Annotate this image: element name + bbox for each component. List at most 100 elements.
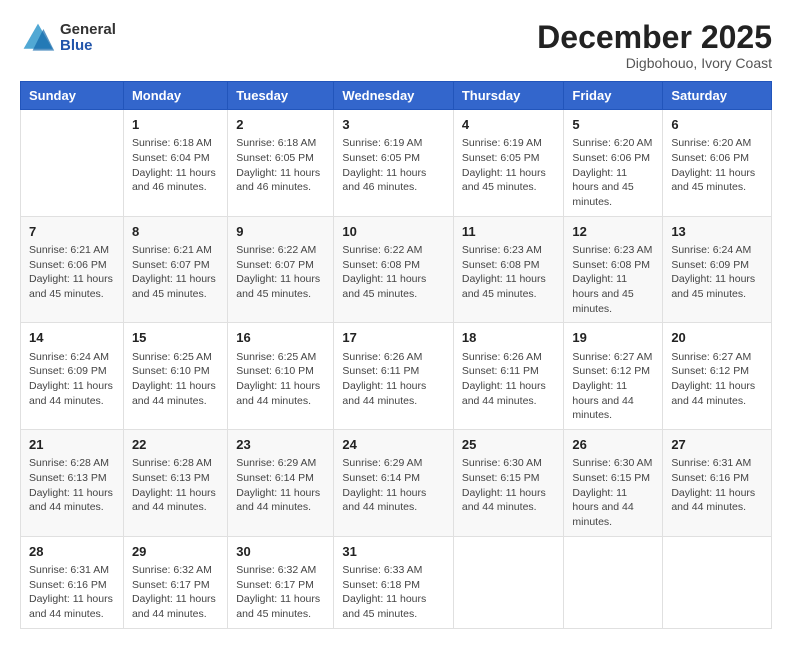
day-detail: Sunrise: 6:29 AM Sunset: 6:14 PM Dayligh… bbox=[342, 456, 444, 515]
day-number: 9 bbox=[236, 223, 325, 241]
day-detail: Sunrise: 6:18 AM Sunset: 6:04 PM Dayligh… bbox=[132, 136, 219, 195]
day-number: 20 bbox=[671, 329, 763, 347]
calendar-cell: 26 Sunrise: 6:30 AM Sunset: 6:15 PM Dayli… bbox=[564, 430, 663, 537]
calendar-cell: 1 Sunrise: 6:18 AM Sunset: 6:04 PM Daylig… bbox=[123, 110, 227, 217]
calendar-cell bbox=[21, 110, 124, 217]
day-number: 21 bbox=[29, 436, 115, 454]
day-number: 12 bbox=[572, 223, 654, 241]
calendar-cell: 13 Sunrise: 6:24 AM Sunset: 6:09 PM Dayli… bbox=[663, 216, 772, 323]
day-detail: Sunrise: 6:20 AM Sunset: 6:06 PM Dayligh… bbox=[572, 136, 654, 209]
calendar-cell: 29 Sunrise: 6:32 AM Sunset: 6:17 PM Dayli… bbox=[123, 536, 227, 628]
calendar-cell: 15 Sunrise: 6:25 AM Sunset: 6:10 PM Dayli… bbox=[123, 323, 227, 430]
day-detail: Sunrise: 6:29 AM Sunset: 6:14 PM Dayligh… bbox=[236, 456, 325, 515]
day-number: 3 bbox=[342, 116, 444, 134]
calendar-cell: 4Sunrise: 6:19 AM Sunset: 6:05 PM Daylig… bbox=[453, 110, 564, 217]
day-detail: Sunrise: 6:22 AM Sunset: 6:07 PM Dayligh… bbox=[236, 243, 325, 302]
day-detail: Sunrise: 6:31 AM Sunset: 6:16 PM Dayligh… bbox=[671, 456, 763, 515]
calendar-cell: 24 Sunrise: 6:29 AM Sunset: 6:14 PM Dayli… bbox=[334, 430, 453, 537]
logo-text: General Blue bbox=[60, 22, 116, 55]
header-thursday: Thursday bbox=[453, 82, 564, 110]
day-number: 1 bbox=[132, 116, 219, 134]
calendar-cell: 12 Sunrise: 6:23 AM Sunset: 6:08 PM Dayli… bbox=[564, 216, 663, 323]
day-number: 8 bbox=[132, 223, 219, 241]
calendar-cell: 9 Sunrise: 6:22 AM Sunset: 6:07 PM Daylig… bbox=[228, 216, 334, 323]
day-number: 29 bbox=[132, 543, 219, 561]
day-number: 26 bbox=[572, 436, 654, 454]
calendar-cell: 28Sunrise: 6:31 AM Sunset: 6:16 PM Dayli… bbox=[21, 536, 124, 628]
day-number: 18 bbox=[462, 329, 556, 347]
calendar-cell: 22 Sunrise: 6:28 AM Sunset: 6:13 PM Dayli… bbox=[123, 430, 227, 537]
calendar-cell: 14Sunrise: 6:24 AM Sunset: 6:09 PM Dayli… bbox=[21, 323, 124, 430]
day-number: 22 bbox=[132, 436, 219, 454]
calendar-cell: 2 Sunrise: 6:18 AM Sunset: 6:05 PM Daylig… bbox=[228, 110, 334, 217]
calendar-cell: 5 Sunrise: 6:20 AM Sunset: 6:06 PM Daylig… bbox=[564, 110, 663, 217]
calendar-cell: 20 Sunrise: 6:27 AM Sunset: 6:12 PM Dayli… bbox=[663, 323, 772, 430]
calendar-week-row: 7Sunrise: 6:21 AM Sunset: 6:06 PM Daylig… bbox=[21, 216, 772, 323]
day-detail: Sunrise: 6:22 AM Sunset: 6:08 PM Dayligh… bbox=[342, 243, 444, 302]
day-number: 23 bbox=[236, 436, 325, 454]
calendar-table: SundayMondayTuesdayWednesdayThursdayFrid… bbox=[20, 81, 772, 628]
header-saturday: Saturday bbox=[663, 82, 772, 110]
day-number: 16 bbox=[236, 329, 325, 347]
calendar-week-row: 21 Sunrise: 6:28 AM Sunset: 6:13 PM Dayli… bbox=[21, 430, 772, 537]
calendar-title: December 2025 bbox=[537, 20, 772, 55]
day-detail: Sunrise: 6:26 AM Sunset: 6:11 PM Dayligh… bbox=[342, 350, 444, 409]
day-number: 24 bbox=[342, 436, 444, 454]
calendar-subtitle: Digbohouo, Ivory Coast bbox=[537, 55, 772, 71]
day-number: 30 bbox=[236, 543, 325, 561]
calendar-cell: 25Sunrise: 6:30 AM Sunset: 6:15 PM Dayli… bbox=[453, 430, 564, 537]
day-number: 27 bbox=[671, 436, 763, 454]
calendar-cell: 11Sunrise: 6:23 AM Sunset: 6:08 PM Dayli… bbox=[453, 216, 564, 323]
day-number: 31 bbox=[342, 543, 444, 561]
day-number: 15 bbox=[132, 329, 219, 347]
header-wednesday: Wednesday bbox=[334, 82, 453, 110]
day-detail: Sunrise: 6:30 AM Sunset: 6:15 PM Dayligh… bbox=[572, 456, 654, 529]
day-detail: Sunrise: 6:32 AM Sunset: 6:17 PM Dayligh… bbox=[132, 563, 219, 622]
day-detail: Sunrise: 6:19 AM Sunset: 6:05 PM Dayligh… bbox=[342, 136, 444, 195]
header-monday: Monday bbox=[123, 82, 227, 110]
day-number: 10 bbox=[342, 223, 444, 241]
day-detail: Sunrise: 6:32 AM Sunset: 6:17 PM Dayligh… bbox=[236, 563, 325, 622]
day-detail: Sunrise: 6:23 AM Sunset: 6:08 PM Dayligh… bbox=[572, 243, 654, 316]
calendar-week-row: 28Sunrise: 6:31 AM Sunset: 6:16 PM Dayli… bbox=[21, 536, 772, 628]
header-friday: Friday bbox=[564, 82, 663, 110]
header-sunday: Sunday bbox=[21, 82, 124, 110]
header-tuesday: Tuesday bbox=[228, 82, 334, 110]
day-detail: Sunrise: 6:21 AM Sunset: 6:06 PM Dayligh… bbox=[29, 243, 115, 302]
logo-general-text: General bbox=[60, 22, 116, 39]
day-number: 6 bbox=[671, 116, 763, 134]
logo-icon bbox=[20, 20, 56, 56]
day-detail: Sunrise: 6:21 AM Sunset: 6:07 PM Dayligh… bbox=[132, 243, 219, 302]
day-detail: Sunrise: 6:26 AM Sunset: 6:11 PM Dayligh… bbox=[462, 350, 556, 409]
calendar-cell: 21 Sunrise: 6:28 AM Sunset: 6:13 PM Dayli… bbox=[21, 430, 124, 537]
day-number: 13 bbox=[671, 223, 763, 241]
calendar-cell bbox=[564, 536, 663, 628]
day-number: 14 bbox=[29, 329, 115, 347]
day-number: 5 bbox=[572, 116, 654, 134]
calendar-cell: 16Sunrise: 6:25 AM Sunset: 6:10 PM Dayli… bbox=[228, 323, 334, 430]
day-number: 2 bbox=[236, 116, 325, 134]
day-detail: Sunrise: 6:28 AM Sunset: 6:13 PM Dayligh… bbox=[132, 456, 219, 515]
calendar-cell: 27 Sunrise: 6:31 AM Sunset: 6:16 PM Dayli… bbox=[663, 430, 772, 537]
day-detail: Sunrise: 6:27 AM Sunset: 6:12 PM Dayligh… bbox=[671, 350, 763, 409]
page-header: General Blue December 2025 Digbohouo, Iv… bbox=[20, 20, 772, 71]
calendar-week-row: 14Sunrise: 6:24 AM Sunset: 6:09 PM Dayli… bbox=[21, 323, 772, 430]
day-detail: Sunrise: 6:33 AM Sunset: 6:18 PM Dayligh… bbox=[342, 563, 444, 622]
calendar-cell bbox=[663, 536, 772, 628]
calendar-cell: 8 Sunrise: 6:21 AM Sunset: 6:07 PM Daylig… bbox=[123, 216, 227, 323]
calendar-week-row: 1 Sunrise: 6:18 AM Sunset: 6:04 PM Daylig… bbox=[21, 110, 772, 217]
calendar-cell: 31 Sunrise: 6:33 AM Sunset: 6:18 PM Dayli… bbox=[334, 536, 453, 628]
calendar-cell: 23 Sunrise: 6:29 AM Sunset: 6:14 PM Dayli… bbox=[228, 430, 334, 537]
day-number: 19 bbox=[572, 329, 654, 347]
day-detail: Sunrise: 6:30 AM Sunset: 6:15 PM Dayligh… bbox=[462, 456, 556, 515]
calendar-cell: 30 Sunrise: 6:32 AM Sunset: 6:17 PM Dayli… bbox=[228, 536, 334, 628]
day-detail: Sunrise: 6:25 AM Sunset: 6:10 PM Dayligh… bbox=[132, 350, 219, 409]
calendar-header-row: SundayMondayTuesdayWednesdayThursdayFrid… bbox=[21, 82, 772, 110]
day-detail: Sunrise: 6:27 AM Sunset: 6:12 PM Dayligh… bbox=[572, 350, 654, 423]
logo: General Blue bbox=[20, 20, 116, 56]
day-detail: Sunrise: 6:24 AM Sunset: 6:09 PM Dayligh… bbox=[671, 243, 763, 302]
day-detail: Sunrise: 6:18 AM Sunset: 6:05 PM Dayligh… bbox=[236, 136, 325, 195]
calendar-cell: 18 Sunrise: 6:26 AM Sunset: 6:11 PM Dayli… bbox=[453, 323, 564, 430]
day-detail: Sunrise: 6:28 AM Sunset: 6:13 PM Dayligh… bbox=[29, 456, 115, 515]
day-detail: Sunrise: 6:23 AM Sunset: 6:08 PM Dayligh… bbox=[462, 243, 556, 302]
